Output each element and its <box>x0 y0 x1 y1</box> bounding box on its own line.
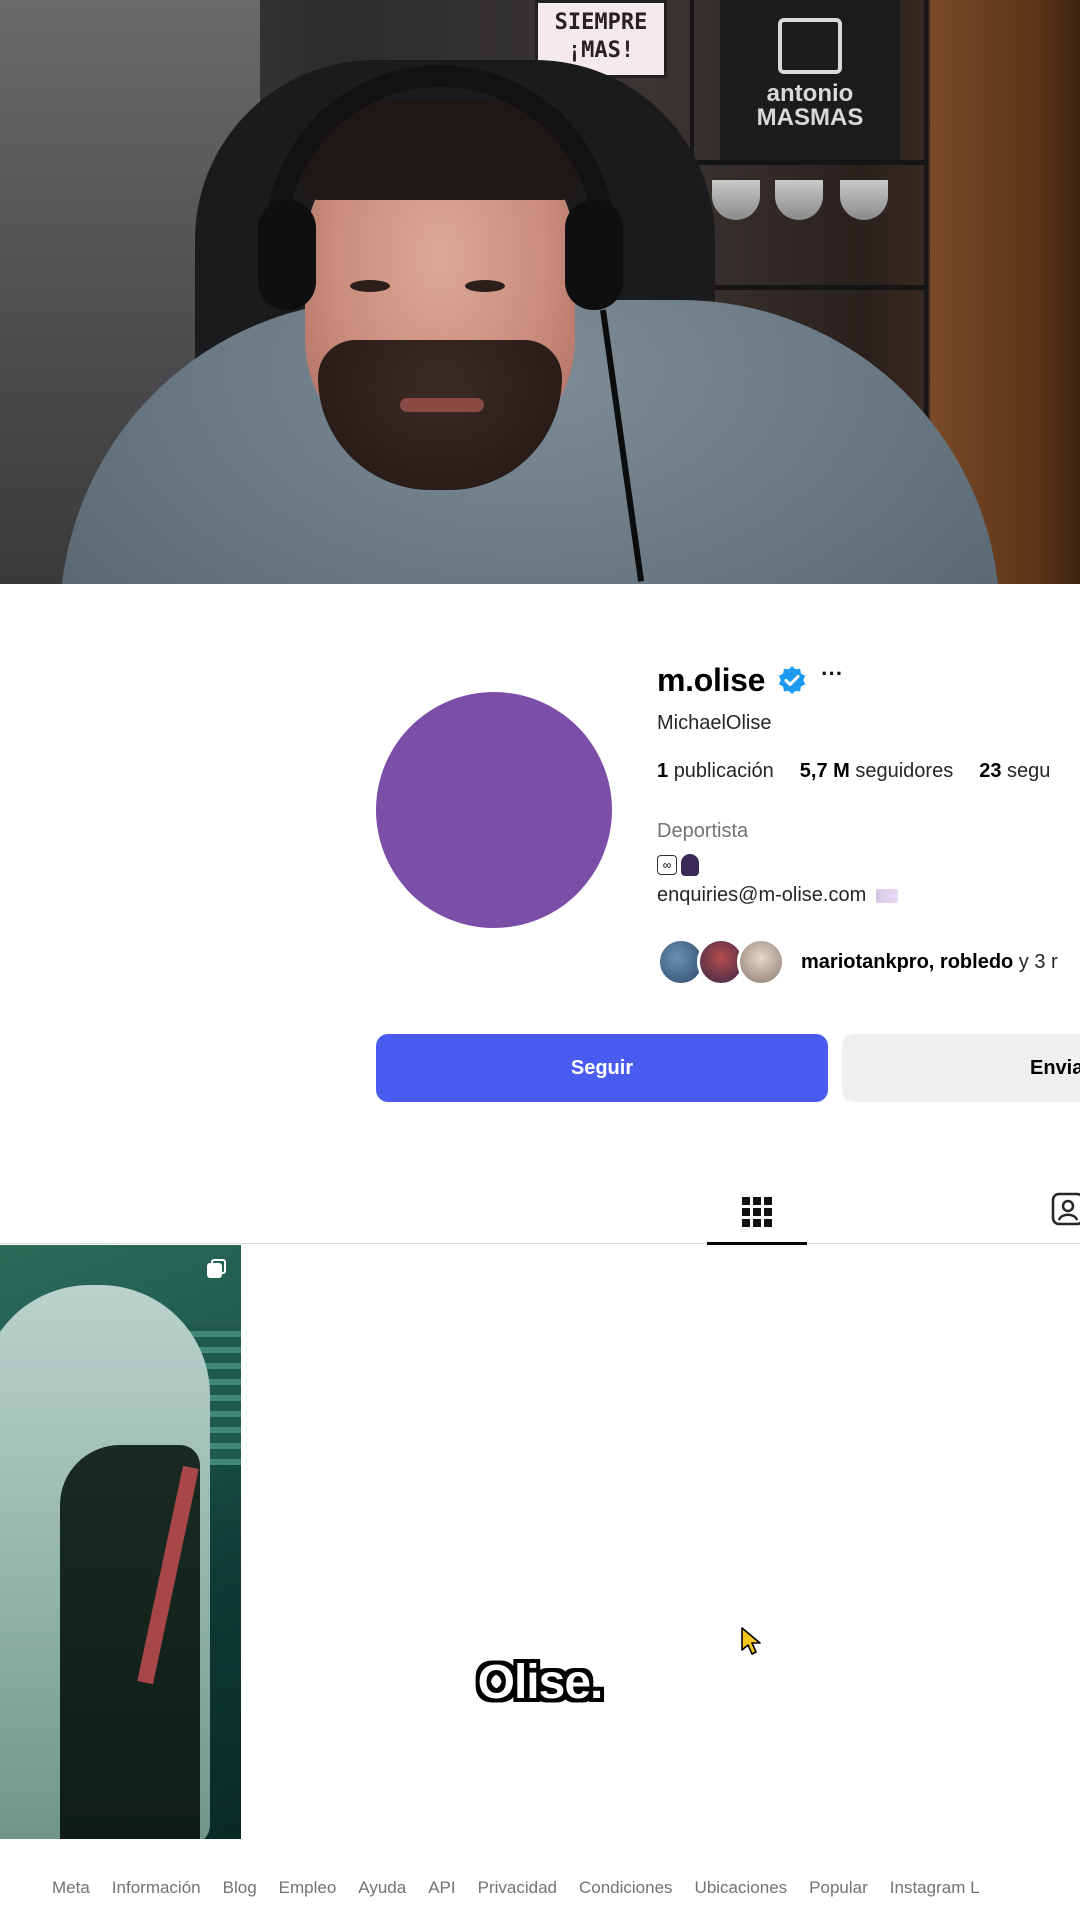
bio-email-row: enquiries@m-olise.com <box>657 884 899 907</box>
send-message-button[interactable]: Envia <box>842 1034 1080 1102</box>
tab-tagged[interactable] <box>1050 1188 1080 1228</box>
headphone-cup <box>258 200 316 310</box>
stat-following[interactable]: 23 segu <box>979 760 1050 783</box>
carousel-icon <box>207 1259 227 1279</box>
stat-posts: 1 publicación <box>657 760 774 782</box>
active-tab-indicator <box>707 1242 807 1245</box>
bio-email: enquiries@m-olise.com <box>657 884 867 906</box>
footer-link-blog[interactable]: Blog <box>223 1878 257 1898</box>
followed-by[interactable]: mariotankpro, robledo y 3 r <box>657 938 1058 986</box>
profile-avatar[interactable] <box>376 692 612 928</box>
footer-link-jobs[interactable]: Empleo <box>279 1878 337 1898</box>
follow-button[interactable]: Seguir <box>376 1034 828 1102</box>
video-subtitle: Olise. <box>477 1656 604 1709</box>
footer-link-terms[interactable]: Condiciones <box>579 1878 673 1898</box>
footer-link-popular[interactable]: Popular <box>809 1878 868 1898</box>
followed-by-text: mariotankpro, robledo y 3 r <box>801 950 1058 973</box>
footer-link-privacy[interactable]: Privacidad <box>478 1878 557 1898</box>
footer-link-api[interactable]: API <box>428 1878 455 1898</box>
poster-line-2: MASMAS <box>756 104 864 131</box>
post-thumbnail[interactable] <box>0 1245 241 1839</box>
verified-badge-icon <box>779 665 806 695</box>
person-mouth <box>400 398 484 412</box>
profile-username: m.olise <box>657 661 766 698</box>
infinity-icon: ∞ <box>657 855 677 875</box>
footer-link-instagram-lite[interactable]: Instagram L <box>890 1878 980 1898</box>
headphone-cup <box>565 200 623 310</box>
profile-stats: 1 publicación 5,7 M seguidores 23 segu <box>657 760 1076 783</box>
footer-link-help[interactable]: Ayuda <box>358 1878 406 1898</box>
footer-link-meta[interactable]: Meta <box>52 1878 90 1898</box>
sign-line-1: SIEMPRE <box>554 10 648 35</box>
mouse-cursor-icon <box>741 1627 761 1655</box>
bio-emojis: ∞ <box>657 854 699 876</box>
more-options-button[interactable]: ··· <box>821 663 843 685</box>
ninja-emoji-icon <box>681 854 699 876</box>
profile-full-name: MichaelOlise <box>657 712 772 734</box>
username-row: m.olise ··· <box>657 658 843 702</box>
grid-icon <box>742 1197 772 1227</box>
webcam-feed: SIEMPRE ¡MAS! antonio MASMAS <box>0 0 1080 584</box>
envelope-emoji-icon <box>876 888 899 903</box>
footer-links: Meta Información Blog Empleo Ayuda API P… <box>52 1878 1002 1898</box>
footer-link-locations[interactable]: Ubicaciones <box>695 1878 788 1898</box>
tabs-divider <box>0 1243 1080 1244</box>
profile-category: Deportista <box>657 820 749 842</box>
webcam-poster: antonio MASMAS <box>720 0 900 160</box>
tab-posts[interactable] <box>707 1180 807 1245</box>
twitch-logo-icon <box>778 18 842 74</box>
footer-link-info[interactable]: Información <box>112 1878 201 1898</box>
stat-followers[interactable]: 5,7 M seguidores <box>800 760 953 783</box>
follower-avatar <box>737 938 785 986</box>
poster-line-1: antonio <box>766 80 854 107</box>
